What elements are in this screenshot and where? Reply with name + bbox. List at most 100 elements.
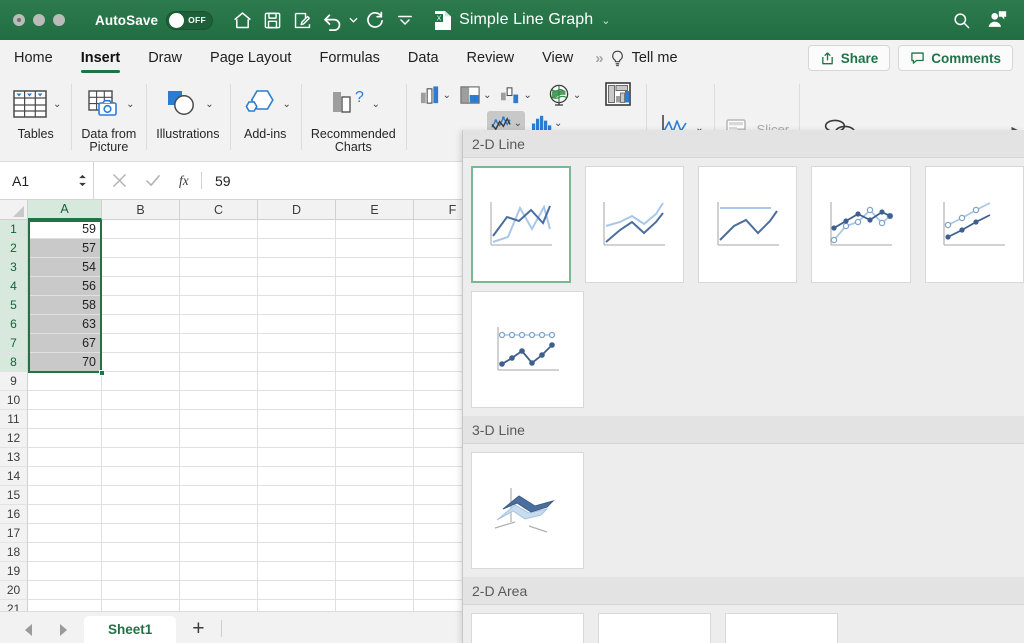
cell-C10[interactable] — [180, 391, 258, 410]
row-header[interactable]: 19 — [0, 562, 28, 581]
cell-A8[interactable]: 70 — [28, 353, 102, 372]
row-header[interactable]: 7 — [0, 334, 28, 353]
row-header[interactable]: 13 — [0, 448, 28, 467]
cell-D11[interactable] — [258, 410, 336, 429]
cell-C13[interactable] — [180, 448, 258, 467]
line-with-markers-chart-option[interactable] — [811, 166, 911, 283]
cell-D1[interactable] — [258, 220, 336, 239]
cell-D6[interactable] — [258, 315, 336, 334]
cell-E3[interactable] — [336, 258, 414, 277]
ribbon-group-add-ins[interactable]: ⌄ Add-ins — [229, 76, 301, 162]
cell-B17[interactable] — [102, 524, 180, 543]
cell-B6[interactable] — [102, 315, 180, 334]
formula-input[interactable]: 59 — [215, 173, 231, 189]
fill-handle[interactable] — [99, 370, 105, 376]
tables-dropdown-caret-icon[interactable]: ⌄ — [53, 99, 61, 110]
line-chart-caret-icon[interactable]: ⌄ — [514, 118, 522, 129]
cell-A21[interactable] — [28, 600, 102, 611]
ribbon-group-illustrations[interactable]: ⌄ Illustrations — [146, 76, 229, 162]
cell-A14[interactable] — [28, 467, 102, 486]
tell-me-button[interactable]: Tell me — [610, 50, 678, 67]
tab-formulas[interactable]: Formulas — [305, 40, 393, 76]
name-box-spinner[interactable] — [78, 174, 87, 187]
cell-B1[interactable] — [102, 220, 180, 239]
row-header[interactable]: 5 — [0, 296, 28, 315]
column-chart-caret-icon[interactable]: ⌄ — [443, 90, 451, 101]
cell-E20[interactable] — [336, 581, 414, 600]
cell-D7[interactable] — [258, 334, 336, 353]
cell-A19[interactable] — [28, 562, 102, 581]
cell-D20[interactable] — [258, 581, 336, 600]
cell-A20[interactable] — [28, 581, 102, 600]
cell-B15[interactable] — [102, 486, 180, 505]
cell-D17[interactable] — [258, 524, 336, 543]
save-icon[interactable] — [257, 5, 287, 35]
cell-B5[interactable] — [102, 296, 180, 315]
cell-B19[interactable] — [102, 562, 180, 581]
cell-C3[interactable] — [180, 258, 258, 277]
cell-A9[interactable] — [28, 372, 102, 391]
fx-icon[interactable]: fx — [179, 172, 195, 189]
cell-B18[interactable] — [102, 543, 180, 562]
cell-C16[interactable] — [180, 505, 258, 524]
comments-button[interactable]: Comments — [898, 45, 1013, 71]
cell-B9[interactable] — [102, 372, 180, 391]
column-chart-button[interactable]: ⌄ — [416, 83, 454, 108]
cell-C6[interactable] — [180, 315, 258, 334]
illustrations-dropdown-caret-icon[interactable]: ⌄ — [205, 99, 213, 110]
cell-D10[interactable] — [258, 391, 336, 410]
row-header[interactable]: 16 — [0, 505, 28, 524]
cell-D5[interactable] — [258, 296, 336, 315]
customize-toolbar-icon[interactable] — [390, 5, 420, 35]
cell-E8[interactable] — [336, 353, 414, 372]
column-header-a[interactable]: A — [28, 200, 102, 220]
cell-D9[interactable] — [258, 372, 336, 391]
cell-D4[interactable] — [258, 277, 336, 296]
cell-C15[interactable] — [180, 486, 258, 505]
row-header[interactable]: 6 — [0, 315, 28, 334]
sheet-nav-next-icon[interactable] — [57, 623, 70, 637]
cell-A4[interactable]: 56 — [28, 277, 102, 296]
stacked-area-chart-option[interactable] — [598, 613, 711, 643]
cell-C1[interactable] — [180, 220, 258, 239]
cell-A2[interactable]: 57 — [28, 239, 102, 258]
waterfall-chart-button[interactable]: ⌄ — [496, 83, 534, 108]
cell-D12[interactable] — [258, 429, 336, 448]
row-header[interactable]: 9 — [0, 372, 28, 391]
cell-E19[interactable] — [336, 562, 414, 581]
maximize-window-button[interactable] — [53, 14, 65, 26]
tab-draw[interactable]: Draw — [134, 40, 196, 76]
cell-A11[interactable] — [28, 410, 102, 429]
cell-D3[interactable] — [258, 258, 336, 277]
cell-E17[interactable] — [336, 524, 414, 543]
cell-C21[interactable] — [180, 600, 258, 611]
cell-D2[interactable] — [258, 239, 336, 258]
cell-B16[interactable] — [102, 505, 180, 524]
cell-E7[interactable] — [336, 334, 414, 353]
quick-print-icon[interactable] — [287, 5, 317, 35]
cell-A17[interactable] — [28, 524, 102, 543]
cell-D16[interactable] — [258, 505, 336, 524]
cell-E2[interactable] — [336, 239, 414, 258]
cell-B7[interactable] — [102, 334, 180, 353]
cell-A1[interactable]: 59 — [28, 220, 102, 239]
sheet-nav-prev-icon[interactable] — [22, 623, 35, 637]
recommended-charts-dropdown-caret-icon[interactable]: ⌄ — [372, 99, 380, 110]
map-chart-button[interactable]: ⌄ — [543, 81, 584, 109]
tab-page-layout[interactable]: Page Layout — [196, 40, 305, 76]
row-header[interactable]: 17 — [0, 524, 28, 543]
cell-B20[interactable] — [102, 581, 180, 600]
add-sheet-button[interactable]: + — [176, 618, 220, 643]
cell-B11[interactable] — [102, 410, 180, 429]
cell-C11[interactable] — [180, 410, 258, 429]
cell-B13[interactable] — [102, 448, 180, 467]
column-header-e[interactable]: E — [336, 200, 414, 220]
title-dropdown-caret-icon[interactable]: ⌄ — [601, 14, 610, 27]
row-header[interactable]: 10 — [0, 391, 28, 410]
cell-E10[interactable] — [336, 391, 414, 410]
cancel-icon[interactable] — [112, 173, 127, 188]
row-header[interactable]: 21 — [0, 600, 28, 611]
cell-D21[interactable] — [258, 600, 336, 611]
cell-B12[interactable] — [102, 429, 180, 448]
undo-icon[interactable] — [317, 5, 347, 35]
